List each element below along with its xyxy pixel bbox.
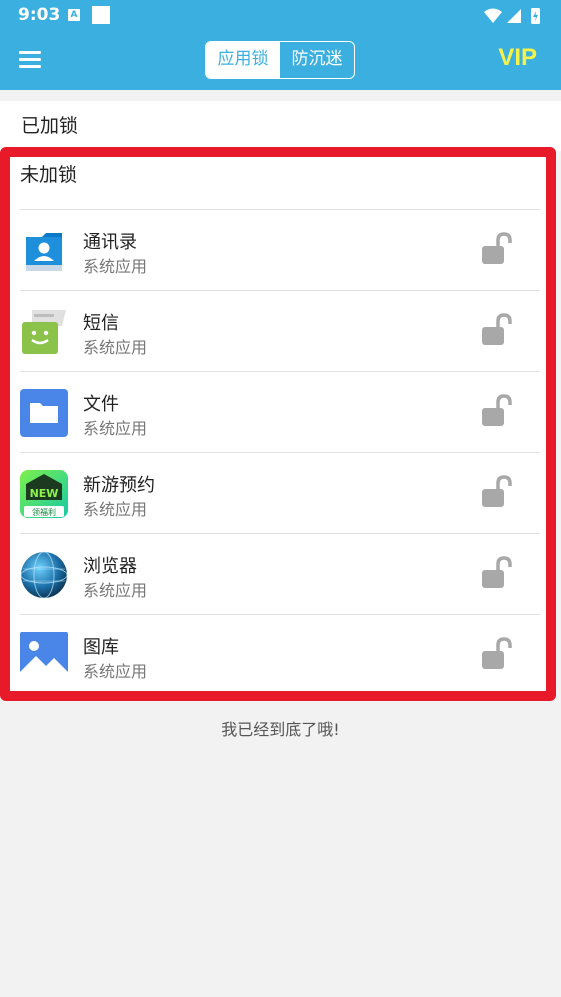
signal-icon: [507, 9, 521, 23]
app-name: 短信: [83, 313, 119, 334]
app-row-contacts[interactable]: 通讯录 系统应用: [10, 210, 541, 291]
app-type: 系统应用: [83, 500, 148, 519]
end-of-list-note: 我已经到底了哦!: [221, 720, 340, 739]
app-type: 系统应用: [83, 338, 148, 357]
unlock-icon[interactable]: [480, 556, 516, 590]
app-type: 系统应用: [83, 257, 148, 276]
app-name: 浏览器: [83, 556, 137, 577]
unlocked-section-title: 未加锁: [20, 164, 78, 186]
app-type: 系统应用: [83, 581, 148, 600]
app-name: 文件: [83, 394, 119, 415]
unlock-icon[interactable]: [480, 232, 516, 266]
app-row-new-games[interactable]: NEW 领福利 新游预约 系统应用: [10, 453, 541, 534]
unlock-icon[interactable]: [480, 475, 516, 509]
new-games-icon: NEW 领福利: [20, 470, 68, 518]
app-row-browser[interactable]: 浏览器 系统应用: [10, 534, 541, 615]
app-bar: 应用锁 防沉迷 VIP: [0, 30, 561, 90]
status-icons: [484, 8, 540, 24]
mode-switch: 应用锁 防沉迷: [205, 41, 355, 79]
gallery-icon: [20, 632, 68, 680]
app-row-messages[interactable]: 短信 系统应用: [10, 291, 541, 372]
unlock-icon[interactable]: [480, 637, 516, 671]
locked-section-header[interactable]: 已加锁: [0, 101, 561, 151]
status-time: 9:03: [18, 5, 61, 25]
svg-text:NEW: NEW: [30, 487, 59, 500]
contacts-icon: [26, 233, 62, 271]
app-name: 新游预约: [83, 475, 155, 496]
notification-square-icon: [92, 6, 110, 24]
messages-icon: [22, 310, 66, 354]
files-icon: [20, 389, 68, 437]
app-type: 系统应用: [83, 662, 148, 681]
unlock-icon[interactable]: [480, 394, 516, 428]
svg-text:领福利: 领福利: [32, 507, 56, 517]
app-type: 系统应用: [83, 419, 148, 438]
menu-icon[interactable]: [19, 51, 41, 69]
unlock-icon[interactable]: [480, 313, 516, 347]
wifi-icon: [484, 8, 502, 23]
status-bar: 9:03 A: [0, 0, 561, 30]
tab-anti-addiction[interactable]: 防沉迷: [280, 42, 354, 78]
app-name: 图库: [83, 637, 119, 658]
tab-app-lock[interactable]: 应用锁: [206, 42, 280, 78]
notification-a-icon: A: [68, 9, 80, 21]
app-row-files[interactable]: 文件 系统应用: [10, 372, 541, 453]
app-row-gallery[interactable]: 图库 系统应用: [10, 615, 541, 696]
browser-icon: [20, 551, 68, 599]
app-name: 通讯录: [83, 232, 137, 253]
vip-button[interactable]: VIP: [498, 44, 537, 72]
